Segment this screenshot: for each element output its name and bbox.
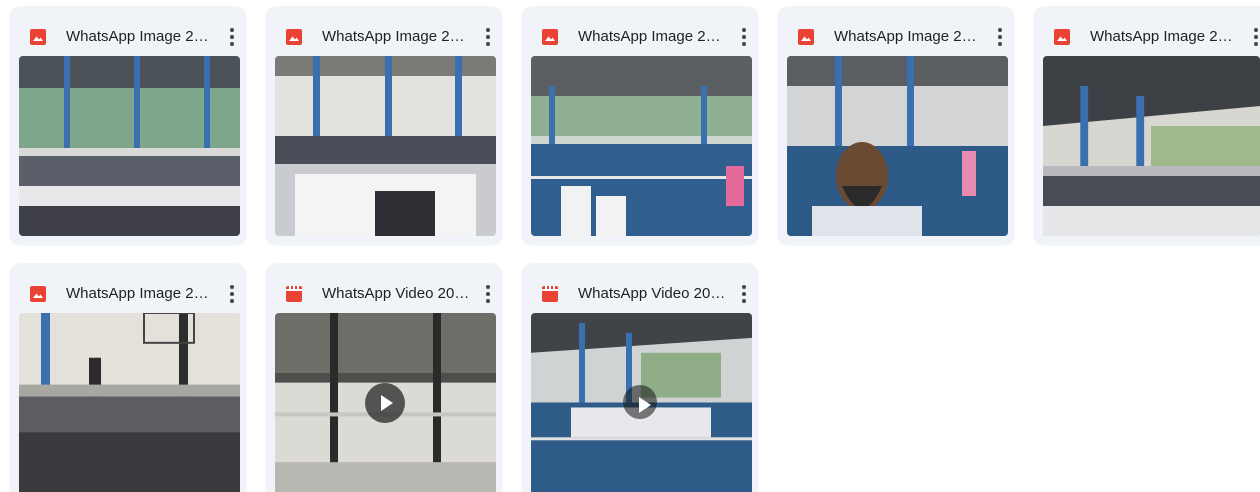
file-name[interactable]: WhatsApp Video 2024-... bbox=[322, 285, 472, 303]
file-card-header: WhatsApp Image 2024-... bbox=[777, 6, 1015, 56]
file-card-header: WhatsApp Image 2024-... bbox=[9, 6, 247, 56]
file-thumbnail[interactable] bbox=[1043, 56, 1260, 236]
file-thumbnail[interactable] bbox=[19, 313, 240, 492]
file-card[interactable]: WhatsApp Video 2024-... bbox=[265, 263, 503, 492]
image-file-icon bbox=[30, 286, 46, 302]
file-grid: WhatsApp Image 2024-... WhatsApp Image 2… bbox=[0, 0, 1260, 492]
file-name[interactable]: WhatsApp Image 2024-... bbox=[66, 28, 216, 46]
file-card[interactable]: WhatsApp Image 2024-... bbox=[521, 6, 759, 246]
file-card[interactable]: WhatsApp Video 2024-... bbox=[521, 263, 759, 492]
more-options-icon[interactable] bbox=[485, 26, 491, 48]
image-file-icon bbox=[30, 29, 46, 45]
more-options-icon[interactable] bbox=[485, 283, 491, 305]
photo-kids-playing bbox=[531, 56, 752, 236]
file-card-header: WhatsApp Image 2024-... bbox=[521, 6, 759, 56]
file-card-header: WhatsApp Video 2024-... bbox=[265, 263, 503, 313]
image-file-icon bbox=[798, 29, 814, 45]
file-card[interactable]: WhatsApp Image 2024-... bbox=[265, 6, 503, 246]
file-name[interactable]: WhatsApp Image 2024-... bbox=[66, 285, 216, 303]
file-card-header: WhatsApp Video 2024-... bbox=[521, 263, 759, 313]
more-options-icon[interactable] bbox=[229, 26, 235, 48]
file-name[interactable]: WhatsApp Image 2024-... bbox=[834, 28, 984, 46]
file-name[interactable]: WhatsApp Image 2024-... bbox=[1090, 28, 1240, 46]
image-file-icon bbox=[1054, 29, 1070, 45]
file-name[interactable]: WhatsApp Image 2024-... bbox=[322, 28, 472, 46]
file-card[interactable]: WhatsApp Image 2024-... bbox=[9, 6, 247, 246]
image-file-icon bbox=[542, 29, 558, 45]
image-file-icon bbox=[286, 29, 302, 45]
file-thumbnail[interactable] bbox=[275, 56, 496, 236]
file-thumbnail[interactable] bbox=[531, 313, 752, 492]
photo-crowd-circle bbox=[275, 56, 496, 236]
play-icon[interactable] bbox=[365, 383, 405, 423]
video-file-icon bbox=[286, 286, 302, 302]
more-options-icon[interactable] bbox=[741, 26, 747, 48]
file-name[interactable]: WhatsApp Image 2024-... bbox=[578, 28, 728, 46]
file-thumbnail[interactable] bbox=[275, 313, 496, 492]
file-card-header: WhatsApp Image 2024-... bbox=[9, 263, 247, 313]
photo-crowd-dancing bbox=[1043, 56, 1260, 236]
file-name[interactable]: WhatsApp Video 2024-... bbox=[578, 285, 728, 303]
file-thumbnail[interactable] bbox=[19, 56, 240, 236]
more-options-icon[interactable] bbox=[229, 283, 235, 305]
file-card[interactable]: WhatsApp Image 2024-... bbox=[777, 6, 1015, 246]
file-card-header: WhatsApp Image 2024-... bbox=[1033, 6, 1260, 56]
file-card-header: WhatsApp Image 2024-... bbox=[265, 6, 503, 56]
video-file-icon bbox=[542, 286, 558, 302]
photo-crowd-court bbox=[19, 56, 240, 236]
file-thumbnail[interactable] bbox=[787, 56, 1008, 236]
more-options-icon[interactable] bbox=[997, 26, 1003, 48]
play-icon[interactable] bbox=[623, 385, 657, 419]
more-options-icon[interactable] bbox=[741, 283, 747, 305]
file-thumbnail[interactable] bbox=[531, 56, 752, 236]
file-card[interactable]: WhatsApp Image 2024-... bbox=[1033, 6, 1260, 246]
photo-selfie-man bbox=[787, 56, 1008, 236]
file-card[interactable]: WhatsApp Image 2024-... bbox=[9, 263, 247, 492]
more-options-icon[interactable] bbox=[1253, 26, 1259, 48]
photo-crowd-seated bbox=[19, 313, 240, 492]
